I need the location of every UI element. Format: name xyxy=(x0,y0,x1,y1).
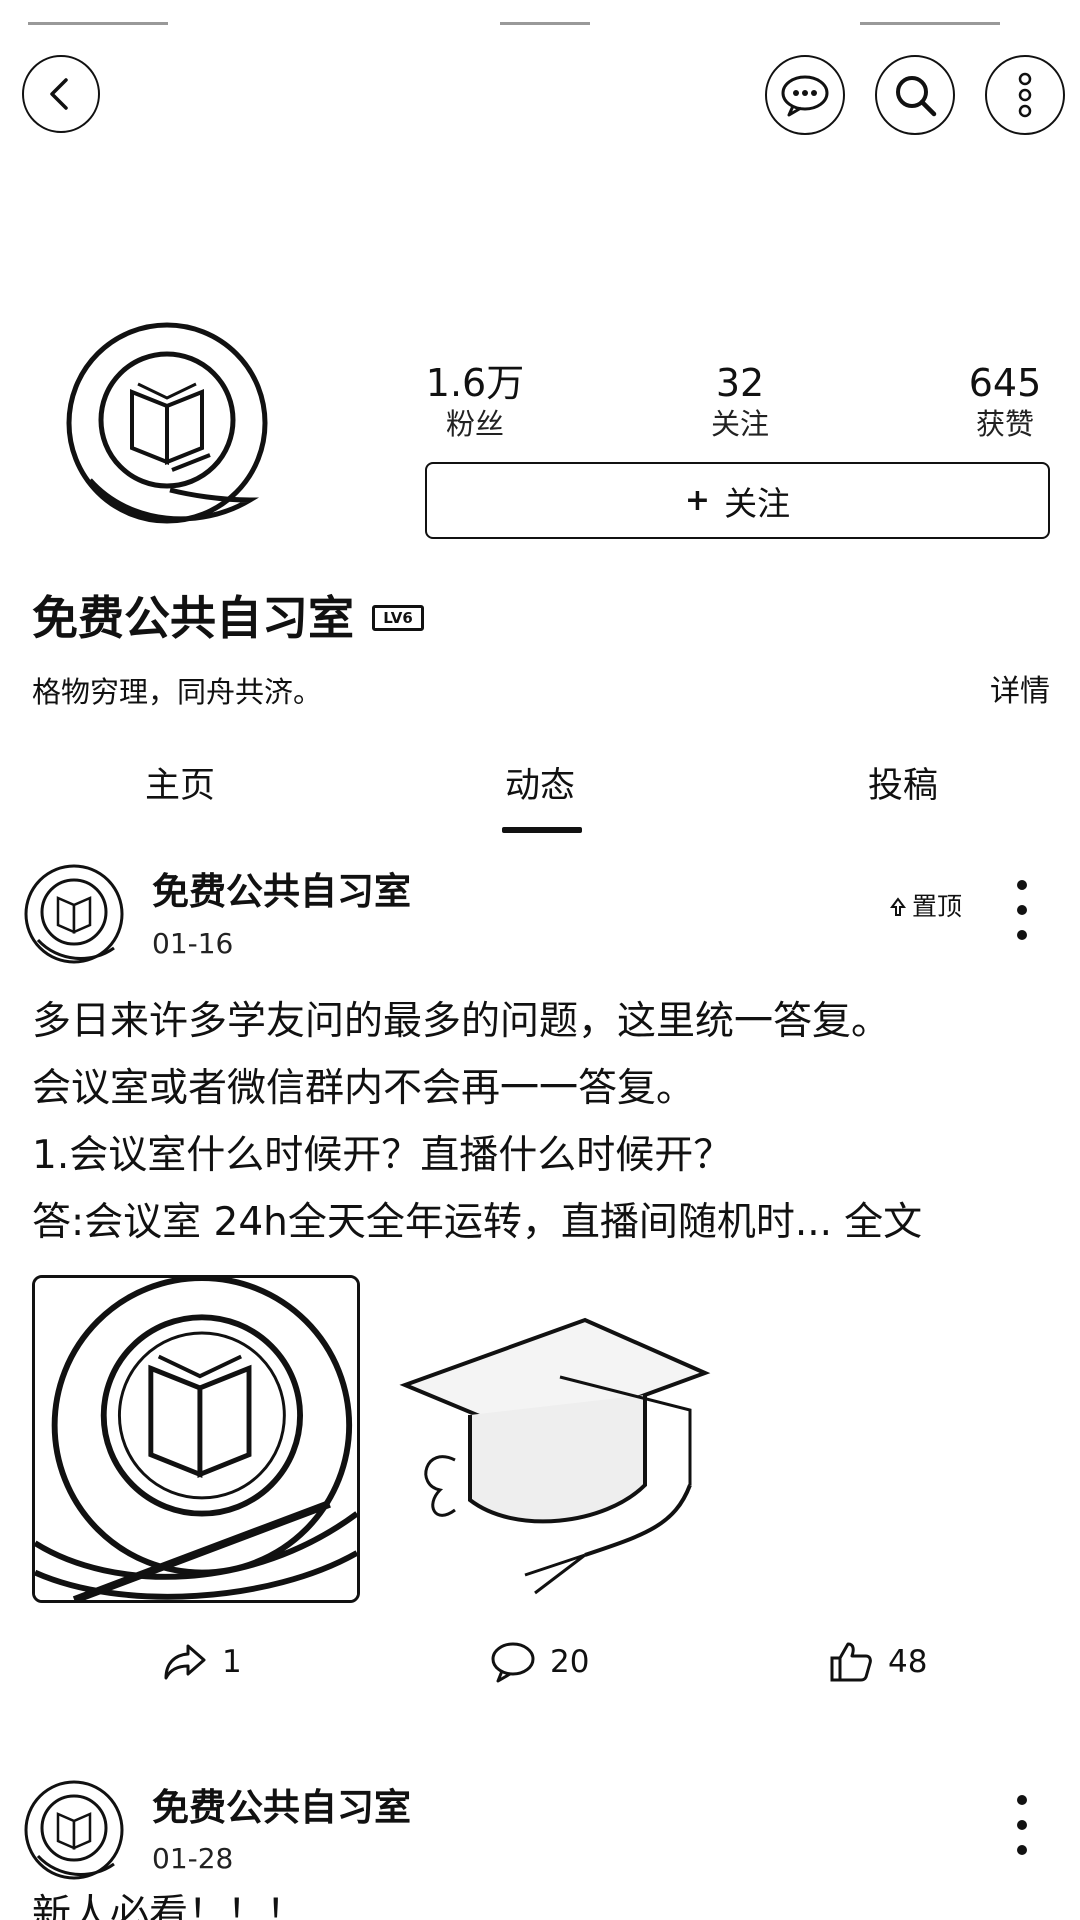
profile-name-text: 免费公共自习室 xyxy=(32,591,354,645)
stat-fans[interactable]: 1.6万 粉丝 xyxy=(425,360,525,442)
post-image[interactable] xyxy=(32,1275,360,1603)
tab-submissions[interactable]: 投稿 xyxy=(868,762,938,810)
full-text-link[interactable]: 全文 xyxy=(844,1200,922,1245)
share-icon xyxy=(164,1644,206,1680)
post-line: 多日来许多学友问的最多的问题，这里统一答复。 xyxy=(32,999,891,1044)
post-line: 会议室或者微信群内不会再一一答复。 xyxy=(32,1066,696,1111)
tab-dynamics[interactable]: 动态 xyxy=(505,762,575,810)
stat-likes[interactable]: 645 获赞 xyxy=(955,360,1055,442)
stat-likes-value: 645 xyxy=(968,361,1042,405)
logo-image xyxy=(35,1278,357,1600)
message-button[interactable] xyxy=(765,55,845,135)
profile-avatar[interactable] xyxy=(60,320,275,535)
graduation-cap-image xyxy=(399,1317,711,1595)
like-action[interactable]: 48 xyxy=(828,1640,927,1684)
share-action[interactable]: 1 xyxy=(162,1640,242,1684)
post-avatar[interactable] xyxy=(22,862,126,966)
share-count: 1 xyxy=(222,1644,242,1680)
post-image[interactable] xyxy=(395,1275,723,1603)
post-author[interactable]: 免费公共自习室 xyxy=(152,1784,411,1832)
pinned-text: 置顶 xyxy=(912,892,963,921)
stat-following-label: 关注 xyxy=(710,407,769,441)
active-tab-indicator xyxy=(502,827,582,833)
search-icon xyxy=(896,76,937,117)
like-icon xyxy=(830,1642,872,1682)
pinned-label: 置顶 xyxy=(890,890,962,924)
detail-link[interactable]: 详情 xyxy=(990,672,1050,712)
profile-page: 1.6万 粉丝 32 关注 645 获赞 + 关注 免费公共自习室 LV6 格物… xyxy=(0,0,1080,1920)
message-icon xyxy=(781,75,829,117)
post-line: 答:会议室 24h全天全年运转，直播间随机时... 全文 xyxy=(32,1189,1052,1256)
more-button[interactable] xyxy=(985,55,1065,135)
post-line-text: 答:会议室 24h全天全年运转，直播间随机时... xyxy=(32,1200,833,1245)
comment-action[interactable]: 20 xyxy=(490,1640,589,1684)
back-icon xyxy=(50,78,68,110)
stat-following[interactable]: 32 关注 xyxy=(690,360,790,442)
plus-icon: + xyxy=(684,483,711,518)
more-vertical-icon xyxy=(1018,72,1032,118)
post-body[interactable]: 新人必看！！！ xyxy=(32,1890,305,1920)
comment-count: 20 xyxy=(550,1644,590,1680)
profile-bio: 格物穷理，同舟共济。 xyxy=(32,675,323,709)
post-body[interactable]: 多日来许多学友问的最多的问题，这里统一答复。 会议室或者微信群内不会再一一答复。… xyxy=(32,988,1052,1256)
stat-fans-label: 粉丝 xyxy=(445,407,504,441)
post-more-button[interactable] xyxy=(1002,880,1042,940)
post-more-button[interactable] xyxy=(1002,1795,1042,1855)
follow-button-label: 关注 xyxy=(724,483,791,523)
stat-fans-value: 1.6万 xyxy=(425,361,525,405)
status-bar xyxy=(0,0,1080,50)
back-button[interactable] xyxy=(22,55,100,133)
level-badge: LV6 xyxy=(372,605,424,631)
post-avatar[interactable] xyxy=(22,1778,126,1882)
pin-icon xyxy=(890,897,906,916)
profile-name: 免费公共自习室 LV6 xyxy=(32,588,424,648)
comment-icon xyxy=(491,1642,535,1683)
post-line: 1.会议室什么时候开？直播什么时候开？ xyxy=(32,1133,733,1178)
post-date: 01-16 xyxy=(152,927,234,960)
tab-home[interactable]: 主页 xyxy=(145,762,215,810)
post-author[interactable]: 免费公共自习室 xyxy=(152,868,411,916)
search-button[interactable] xyxy=(875,55,955,135)
stat-likes-label: 获赞 xyxy=(975,407,1034,441)
like-count: 48 xyxy=(888,1644,928,1680)
post-date: 01-28 xyxy=(152,1842,234,1875)
follow-button[interactable]: + 关注 xyxy=(425,462,1050,539)
stat-following-value: 32 xyxy=(715,361,765,405)
